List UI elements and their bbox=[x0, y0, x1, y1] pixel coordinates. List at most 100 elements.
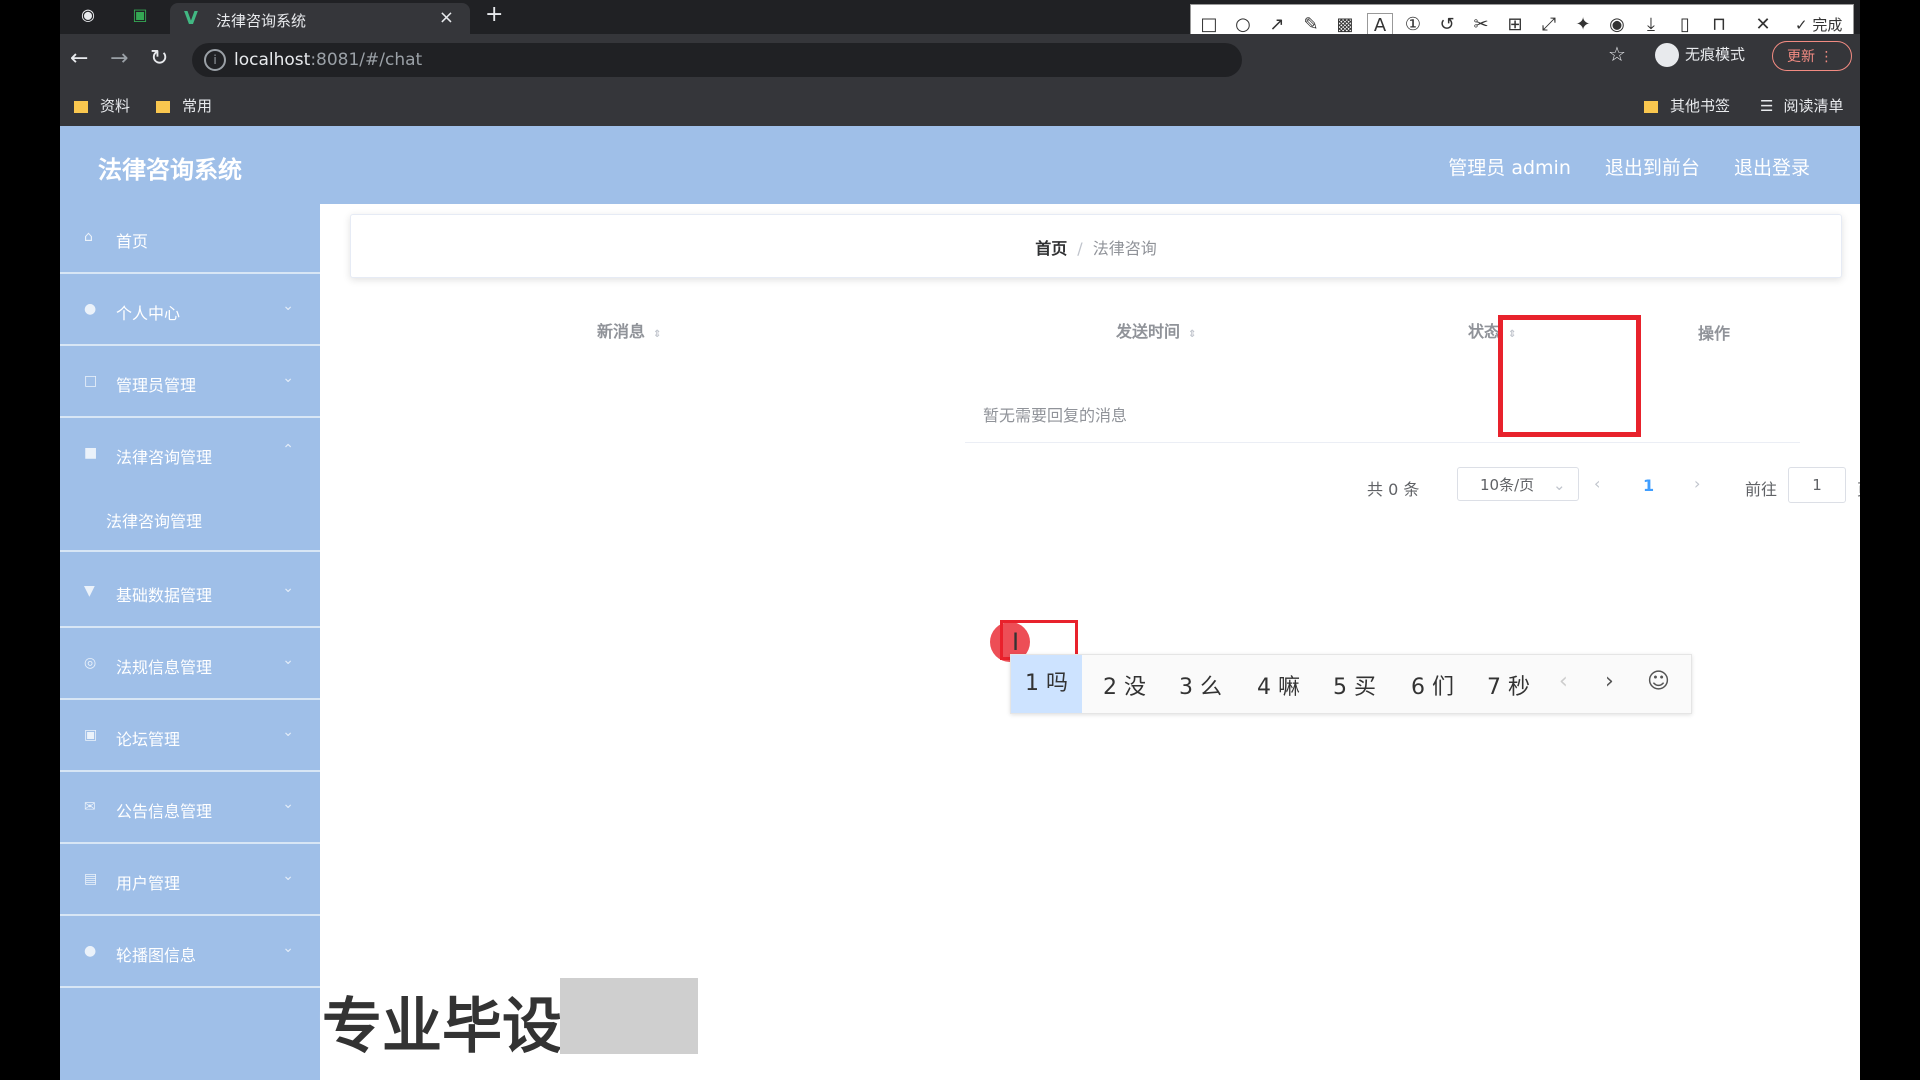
ime-candidate[interactable]: 4 嘛 bbox=[1257, 669, 1300, 701]
other-bookmarks[interactable]: 其他书签 bbox=[1644, 95, 1730, 116]
admin-icon: □ bbox=[84, 373, 98, 389]
bookmark-item[interactable]: 资料 bbox=[74, 95, 130, 116]
sidebar-item-carousel[interactable]: ● 轮播图信息 ⌄ bbox=[60, 918, 320, 988]
current-page-number[interactable]: 1 bbox=[1643, 476, 1654, 495]
chevron-down-icon: ⌄ bbox=[282, 652, 294, 668]
chevron-down-icon: ⌄ bbox=[282, 298, 294, 314]
ime-next-icon[interactable]: › bbox=[1605, 669, 1614, 694]
prev-page-icon[interactable]: ‹ bbox=[1594, 474, 1600, 493]
column-header-send-time[interactable]: 发送时间 ⇕ bbox=[1116, 318, 1196, 342]
chevron-down-icon: ⌄ bbox=[282, 940, 294, 956]
forward-icon[interactable]: → bbox=[110, 46, 128, 71]
done-button[interactable]: ✓ 完成 bbox=[1795, 14, 1842, 35]
column-header-actions: 操作 bbox=[1698, 324, 1731, 343]
incognito-icon bbox=[1655, 43, 1679, 67]
star-icon[interactable]: ☆ bbox=[1608, 42, 1626, 66]
bookmark-item[interactable]: 常用 bbox=[156, 95, 212, 116]
chevron-down-icon: ⌄ bbox=[282, 370, 294, 386]
ime-prev-icon[interactable]: ‹ bbox=[1559, 669, 1568, 694]
watermark-text: 专业毕设 bbox=[322, 992, 562, 1062]
sidebar-item-profile[interactable]: ● 个人中心 ⌄ bbox=[60, 276, 320, 346]
back-to-front-link[interactable]: 退出到前台 bbox=[1605, 157, 1700, 179]
forum-icon: ▣ bbox=[84, 727, 98, 743]
user-icon: ● bbox=[84, 301, 97, 317]
chevron-down-icon: ⌄ bbox=[1552, 476, 1566, 494]
law-icon: ◎ bbox=[84, 655, 97, 671]
sort-icon[interactable]: ⇕ bbox=[1188, 329, 1196, 340]
browser-menu-icon[interactable]: ◉ bbox=[78, 5, 98, 25]
goto-page-input[interactable]: 1 bbox=[1788, 467, 1846, 503]
chevron-down-icon: ⌄ bbox=[282, 580, 294, 596]
chevron-down-icon: ⌄ bbox=[282, 796, 294, 812]
carousel-icon: ● bbox=[84, 943, 97, 959]
browser-tab[interactable]: V 法律咨询系统 × bbox=[170, 3, 470, 34]
update-button[interactable]: 更新 ⋮ bbox=[1772, 41, 1852, 71]
notice-icon: ✉ bbox=[84, 799, 96, 815]
admin-label: 管理员 admin bbox=[1448, 157, 1571, 179]
logout-link[interactable]: 退出登录 bbox=[1734, 157, 1810, 179]
app-logo: 法律咨询系统 bbox=[98, 156, 242, 184]
ime-candidate[interactable]: 6 们 bbox=[1411, 669, 1454, 701]
sort-icon[interactable]: ⇕ bbox=[653, 329, 661, 340]
sidebar-item-admins[interactable]: □ 管理员管理 ⌄ bbox=[60, 348, 320, 418]
chevron-down-icon: ⌄ bbox=[282, 868, 294, 884]
home-icon: ⌂ bbox=[84, 229, 93, 245]
sidebar-subitem-consult[interactable]: 法律咨询管理 bbox=[60, 486, 320, 552]
tab-title: 法律咨询系统 bbox=[216, 12, 307, 30]
ime-candidate[interactable]: 1 吗 bbox=[1011, 655, 1082, 713]
chevron-up-icon: ⌃ bbox=[282, 442, 294, 458]
url-host: localhost bbox=[234, 50, 311, 70]
address-bar-row: ← → ↻ i localhost:8081/#/chat ☆ 无痕模式 更新 … bbox=[60, 34, 1860, 86]
tab-close-icon[interactable]: × bbox=[439, 7, 454, 28]
app-header: 法律咨询系统 管理员 admin 退出到前台 退出登录 bbox=[60, 126, 1860, 204]
page-size-select[interactable]: 10条/页 ⌄ bbox=[1457, 467, 1579, 501]
ime-candidate[interactable]: 3 么 bbox=[1179, 669, 1222, 701]
sidebar-item-basic-data[interactable]: ▼ 基础数据管理 ⌄ bbox=[60, 558, 320, 628]
sidebar-item-notice[interactable]: ✉ 公告信息管理 ⌄ bbox=[60, 774, 320, 844]
sheet-icon[interactable]: ▣ bbox=[130, 5, 150, 25]
vue-icon: V bbox=[184, 8, 198, 29]
sidebar-item-law[interactable]: ◎ 法规信息管理 ⌄ bbox=[60, 630, 320, 700]
reading-list[interactable]: ☰ 阅读清单 bbox=[1760, 95, 1843, 116]
ime-candidate[interactable]: 7 秒 bbox=[1487, 669, 1530, 701]
ime-candidate[interactable]: 5 买 bbox=[1333, 669, 1376, 701]
table-divider bbox=[965, 442, 1800, 443]
text-cursor-icon: I bbox=[1012, 628, 1020, 656]
ime-candidate-bar: 1 吗 2 没 3 么 4 嘛 5 买 6 们 7 秒 ‹ › ☺ bbox=[1010, 654, 1692, 714]
main-content: 首页 / 法律咨询 新消息 ⇕ 发送时间 ⇕ 状态 ⇕ 操作 暂无需要回复的消息 共 0 … bbox=[320, 204, 1860, 1080]
emoji-icon[interactable]: ☺ bbox=[1647, 669, 1670, 694]
page-suffix: 页 bbox=[1857, 476, 1860, 500]
new-tab-button[interactable]: + bbox=[485, 2, 503, 27]
reading-list-icon: ☰ bbox=[1760, 97, 1774, 115]
incognito-indicator[interactable]: 无痕模式 bbox=[1655, 43, 1745, 67]
breadcrumb-current: 法律咨询 bbox=[1092, 239, 1157, 258]
status-highlight-box bbox=[1498, 315, 1641, 437]
sidebar-item-forum[interactable]: ▣ 论坛管理 ⌄ bbox=[60, 702, 320, 772]
blurred-region bbox=[560, 978, 698, 1054]
next-page-icon[interactable]: › bbox=[1694, 474, 1700, 493]
info-icon[interactable]: i bbox=[204, 49, 226, 71]
users-icon: ▤ bbox=[84, 871, 98, 887]
reload-icon[interactable]: ↻ bbox=[150, 46, 168, 71]
consult-icon: ■ bbox=[84, 445, 98, 461]
folder-icon bbox=[156, 100, 170, 113]
url-field[interactable]: i localhost:8081/#/chat bbox=[192, 43, 1242, 77]
chevron-down-icon: ⌄ bbox=[282, 724, 294, 740]
goto-label: 前往 bbox=[1745, 480, 1778, 499]
column-header-new-message[interactable]: 新消息 ⇕ bbox=[597, 318, 661, 342]
screen: ◉ ▣ V 法律咨询系统 × + □ ○ ↗ ✎ ▩ A ① ↺ ✂ ⊞ ⤢ ✦… bbox=[60, 0, 1860, 1080]
data-icon: ▼ bbox=[84, 583, 95, 599]
sidebar-item-home[interactable]: ⌂ 首页 bbox=[60, 204, 320, 274]
folder-icon bbox=[1644, 100, 1658, 113]
ime-candidate[interactable]: 2 没 bbox=[1103, 669, 1146, 701]
back-icon[interactable]: ← bbox=[70, 46, 88, 71]
folder-icon bbox=[74, 100, 88, 113]
breadcrumb-home[interactable]: 首页 bbox=[1035, 239, 1067, 258]
sidebar: ⌂ 首页 ● 个人中心 ⌄ □ 管理员管理 ⌄ ■ 法律咨询管理 ⌃ 法律咨询管理 ▼ 基础数据… bbox=[60, 204, 320, 1080]
pagination-total: 共 0 条 bbox=[1367, 480, 1420, 499]
sidebar-item-users[interactable]: ▤ 用户管理 ⌄ bbox=[60, 846, 320, 916]
bookmark-bar: 资料 常用 其他书签 ☰ 阅读清单 bbox=[60, 86, 1860, 127]
breadcrumb: 首页 / 法律咨询 bbox=[350, 214, 1842, 278]
sidebar-item-consult[interactable]: ■ 法律咨询管理 ⌃ bbox=[60, 420, 320, 490]
breadcrumb-separator: / bbox=[1077, 239, 1083, 258]
